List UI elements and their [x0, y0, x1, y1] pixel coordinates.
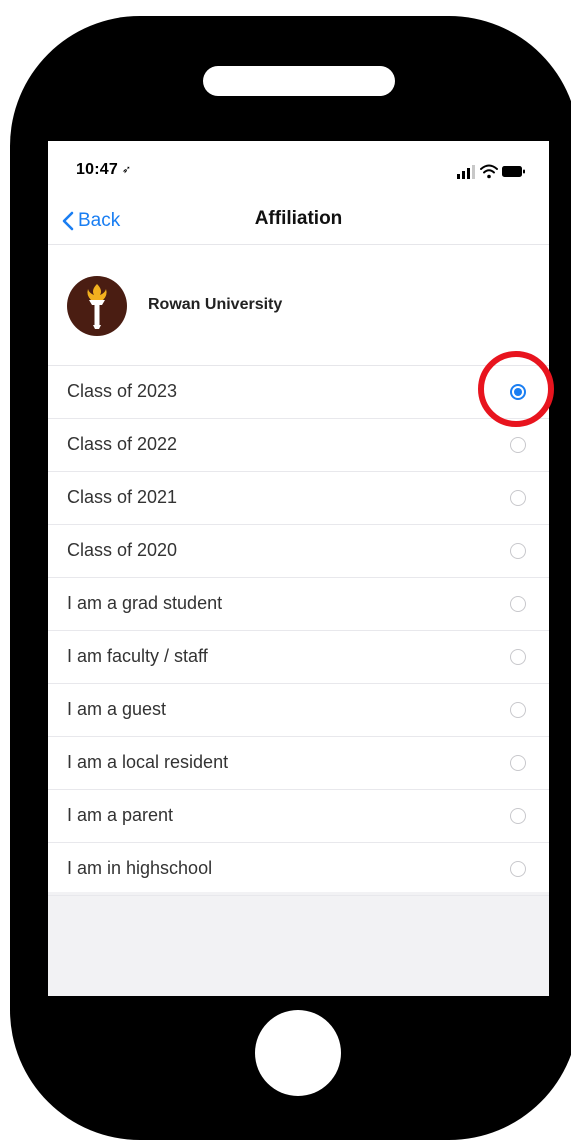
- option-label: I am a parent: [67, 805, 174, 825]
- page-title: Affiliation: [254, 208, 343, 229]
- option-label: I am faculty / staff: [67, 646, 208, 666]
- option-label: I am in highschool: [67, 858, 213, 878]
- status-time-wrap: 10:47 ➶: [76, 161, 131, 179]
- status-icons: [447, 163, 527, 181]
- option-label: I am a grad student: [67, 593, 223, 613]
- option-label: Class of 2023: [67, 381, 178, 401]
- home-button[interactable]: [255, 1010, 341, 1096]
- phone-screen: 10:47 ➶ Back Affiliation Rowan Universit…: [48, 141, 549, 996]
- radio-unselected-icon[interactable]: [510, 543, 526, 559]
- affiliation-options-list: Class of 2023 Class of 2022 Class of 202…: [48, 366, 549, 896]
- radio-unselected-icon[interactable]: [510, 861, 526, 877]
- option-class-of-2021[interactable]: Class of 2021: [48, 472, 549, 525]
- option-class-of-2020[interactable]: Class of 2020: [48, 525, 549, 578]
- radio-unselected-icon[interactable]: [510, 596, 526, 612]
- option-faculty-staff[interactable]: I am faculty / staff: [48, 631, 549, 684]
- university-name: Rowan University: [148, 296, 283, 313]
- option-parent[interactable]: I am a parent: [48, 790, 549, 843]
- option-label: I am a local resident: [67, 752, 229, 772]
- radio-unselected-icon[interactable]: [510, 808, 526, 824]
- location-arrow-icon: ➶: [121, 164, 132, 176]
- option-label: I am a guest: [67, 699, 167, 719]
- option-label: Class of 2022: [67, 434, 178, 454]
- option-guest[interactable]: I am a guest: [48, 684, 549, 737]
- phone-speaker: [203, 66, 395, 96]
- option-class-of-2022[interactable]: Class of 2022: [48, 419, 549, 472]
- option-highschool[interactable]: I am in highschool: [48, 843, 549, 896]
- radio-unselected-icon[interactable]: [510, 649, 526, 665]
- option-label: Class of 2020: [67, 540, 178, 560]
- option-local-resident[interactable]: I am a local resident: [48, 737, 549, 790]
- radio-unselected-icon[interactable]: [510, 490, 526, 506]
- radio-unselected-icon[interactable]: [510, 702, 526, 718]
- navigation-bar: Back Affiliation: [48, 199, 549, 245]
- university-header: Rowan University: [48, 246, 549, 366]
- radio-unselected-icon[interactable]: [510, 755, 526, 771]
- option-grad-student[interactable]: I am a grad student: [48, 578, 549, 631]
- radio-selected-icon[interactable]: [510, 384, 526, 400]
- battery-icon: [502, 166, 525, 177]
- status-bar: 10:47 ➶: [48, 141, 549, 199]
- cellular-signal-icon: [457, 165, 475, 179]
- torch-logo-icon: [67, 276, 127, 336]
- status-time: 10:47: [76, 161, 118, 178]
- option-class-of-2023[interactable]: Class of 2023: [48, 366, 549, 419]
- radio-unselected-icon[interactable]: [510, 437, 526, 453]
- option-label: Class of 2021: [67, 487, 178, 507]
- wifi-icon: [480, 164, 498, 179]
